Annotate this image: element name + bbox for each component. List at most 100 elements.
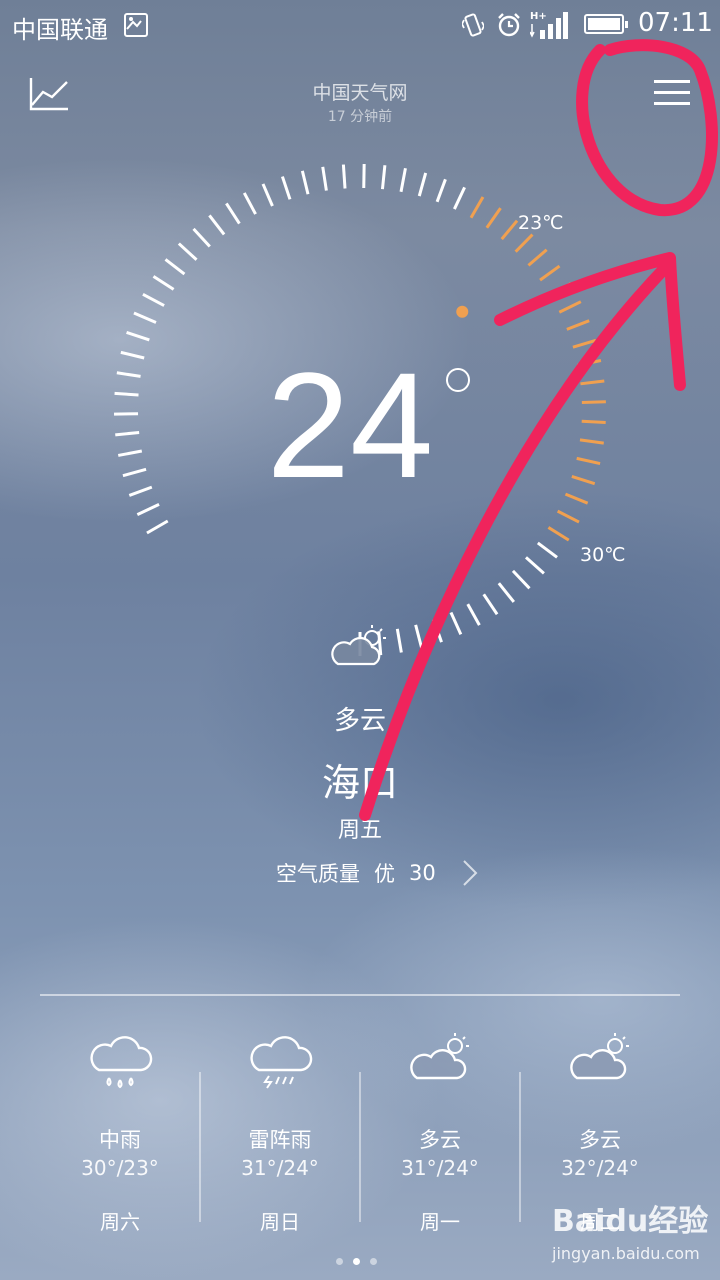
dial-tick <box>142 292 165 307</box>
dial-tick <box>399 167 407 193</box>
battery-icon <box>584 14 628 34</box>
data-source: 中国天气网 <box>312 82 408 104</box>
dial-tick <box>417 172 428 197</box>
dial-tick <box>128 485 153 497</box>
dial-tick <box>116 371 141 378</box>
dial-tick <box>527 248 548 267</box>
trend-chart-icon[interactable] <box>28 76 70 112</box>
forecast-day[interactable]: 中雨 30°/23° 周六 <box>40 1030 200 1234</box>
current-weekday: 周五 <box>337 818 382 843</box>
dial-tick <box>449 611 463 636</box>
dial-tick <box>208 214 226 236</box>
dial-tick <box>300 170 310 195</box>
forecast-temp-range: 30°/23° <box>81 1156 159 1180</box>
dial-tick <box>466 603 481 626</box>
dial-tick <box>122 467 147 478</box>
forecast-weekday: 周日 <box>260 1210 300 1234</box>
vibrate-icon <box>462 13 484 37</box>
svg-text:H+: H+ <box>530 11 547 22</box>
dial-tick <box>524 556 545 575</box>
forecast-separator <box>199 1072 201 1222</box>
dial-tick <box>242 192 257 215</box>
forecast-condition: 多云 <box>579 1128 621 1152</box>
degree-symbol <box>446 368 470 392</box>
partly-cloudy-icon <box>570 1033 629 1080</box>
update-time: 17 分钟前 <box>327 109 393 125</box>
status-bar: 中国联通 H+ 07:11 <box>0 0 720 52</box>
forecast-separator <box>519 1072 521 1222</box>
dial-tick <box>549 282 572 298</box>
dial-tick <box>120 350 145 360</box>
dial-tick <box>380 165 387 190</box>
dial-tick <box>395 628 403 653</box>
dial-tick <box>341 164 347 189</box>
air-quality-row[interactable]: 空气质量 优 30 <box>276 856 480 890</box>
dial-tick <box>225 202 241 225</box>
thunderstorm-icon <box>250 1036 313 1089</box>
signal-icon: H+ <box>530 11 568 39</box>
current-temp-marker <box>456 305 469 318</box>
aqi-value: 30 <box>409 861 436 885</box>
forecast-condition: 多云 <box>419 1128 461 1152</box>
partly-cloudy-icon <box>410 1033 469 1080</box>
forecast-condition: 中雨 <box>99 1128 141 1152</box>
dial-tick <box>500 219 519 241</box>
forecast-separator <box>359 1072 361 1222</box>
page-dot[interactable] <box>336 1258 343 1265</box>
dial-tick <box>192 227 211 248</box>
watermark-url: jingyan.baidu.com <box>552 1244 700 1263</box>
dial-tick <box>435 178 447 203</box>
dial-tick <box>469 196 485 219</box>
dial-tick <box>117 449 143 457</box>
dial-tick <box>482 593 499 616</box>
dial-tick <box>556 509 580 524</box>
dial-tick <box>536 541 558 559</box>
divider <box>40 994 680 996</box>
dial-tick <box>564 492 589 505</box>
moderate-rain-icon <box>90 1036 153 1089</box>
dial-tick <box>572 338 597 349</box>
page-dot[interactable] <box>370 1258 377 1265</box>
forecast-day[interactable]: 雷阵雨 31°/24° 周日 <box>200 1030 360 1234</box>
low-temp-label: 23℃ <box>518 212 564 234</box>
baidu-watermark: Baidu经验 <box>552 1204 709 1239</box>
dial-tick <box>581 400 606 405</box>
menu-icon[interactable] <box>654 78 690 108</box>
aqi-level: 优 <box>374 862 395 886</box>
dial-tick <box>581 419 606 424</box>
dial-tick <box>136 503 160 516</box>
dial-tick <box>579 438 604 445</box>
carrier-name: 中国联通 <box>12 16 108 44</box>
dial-tick <box>497 582 516 603</box>
dial-tick <box>152 275 175 291</box>
dial-tick <box>115 430 140 437</box>
dial-tick <box>453 186 466 210</box>
dial-tick <box>576 456 601 466</box>
current-temperature: 24 <box>266 341 434 509</box>
status-time: 07:11 <box>638 8 713 38</box>
forecast-day[interactable]: 多云 31°/24° 周一 <box>360 1030 520 1234</box>
forecast-temp-range: 31°/24° <box>401 1156 479 1180</box>
dial-tick <box>321 166 328 191</box>
aqi-label: 空气质量 <box>276 862 360 886</box>
dial-tick <box>571 475 596 486</box>
dial-tick <box>514 233 534 253</box>
dial-tick <box>280 176 292 200</box>
image-notification-icon <box>124 13 148 37</box>
forecast-temp-range: 31°/24° <box>241 1156 319 1180</box>
dial-tick <box>414 624 424 649</box>
dial-tick <box>133 311 157 324</box>
forecast-temp-range: 32°/24° <box>561 1156 639 1180</box>
dial-tick <box>126 330 150 342</box>
dial-tick <box>577 359 602 367</box>
forecast-weekday: 周一 <box>420 1210 460 1234</box>
forecast-condition: 雷阵雨 <box>248 1128 312 1152</box>
page-dot-active[interactable] <box>353 1258 360 1265</box>
dial-tick <box>261 183 274 207</box>
dial-tick <box>432 618 443 643</box>
page-indicator <box>336 1258 377 1265</box>
alarm-icon <box>498 13 520 37</box>
dial-tick <box>547 526 570 542</box>
city-name[interactable]: 海口 <box>260 752 460 807</box>
chevron-right-icon <box>463 860 478 886</box>
